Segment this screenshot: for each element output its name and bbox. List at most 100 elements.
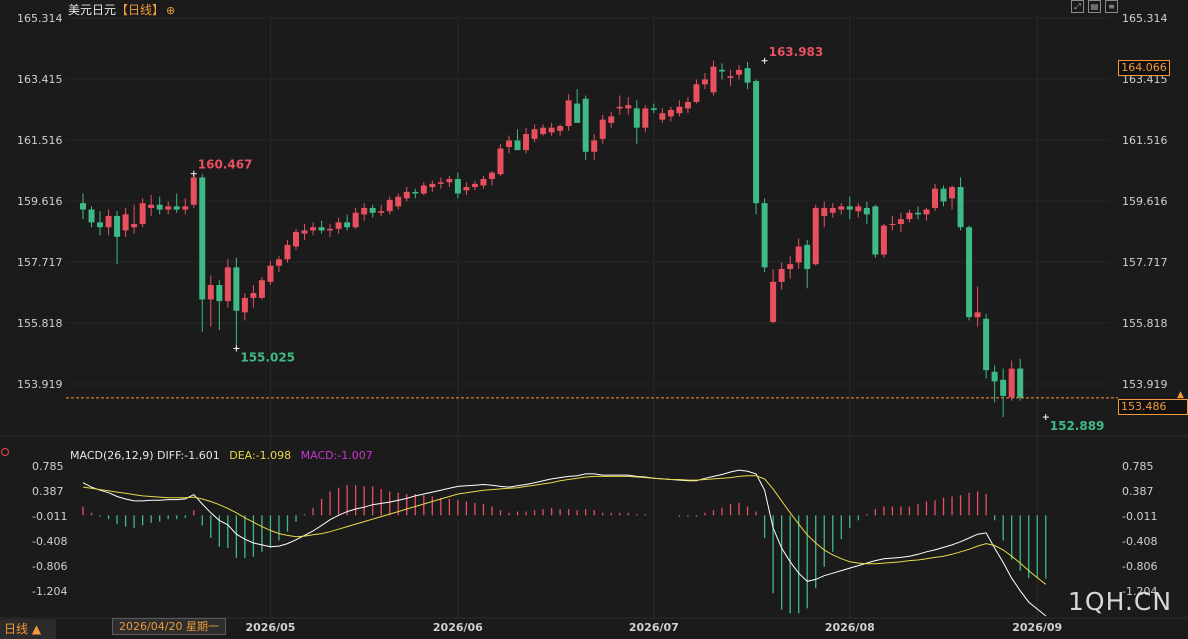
price-tick-left: 165.314 (17, 12, 63, 25)
candle-body (284, 244, 291, 260)
candle-body (293, 232, 299, 247)
price-tick-right: 165.314 (1122, 12, 1168, 25)
candle-body (795, 246, 802, 263)
candle-body (719, 69, 725, 72)
candle-body (1017, 368, 1024, 398)
candle-body (761, 203, 768, 268)
price-tick-left: 153.919 (17, 378, 63, 391)
candle-body (1000, 379, 1007, 396)
macd-tick-right: -0.011 (1122, 510, 1157, 523)
layout-icon[interactable]: ▤ (1088, 0, 1101, 13)
candle-body (514, 140, 521, 151)
candle-body (616, 106, 623, 109)
extreme-label: 155.025 (240, 350, 295, 364)
candle-body (991, 371, 998, 382)
candle-body (480, 179, 487, 186)
candle-body (1008, 368, 1015, 398)
macd-diff-label: MACD(26,12,9) DIFF:-1.601 (70, 449, 220, 462)
candle-body (778, 268, 785, 282)
month-tick-label: 2026/08 (825, 621, 875, 634)
macd-tick-right: 0.785 (1122, 460, 1154, 473)
candle-body (344, 222, 351, 228)
candle-body (855, 206, 862, 212)
current-price-tag: 164.066 (1118, 60, 1170, 76)
candle-body (429, 183, 436, 188)
candle-body (454, 179, 461, 194)
extreme-label: 152.889 (1050, 419, 1105, 433)
candle-body (139, 203, 146, 225)
candle-body (701, 79, 708, 85)
chart-canvas[interactable]: 165.314 165.314163.415 163.415161.516 161.5… (0, 0, 1188, 639)
candle-body (412, 191, 419, 194)
macd-tick-right: -0.806 (1122, 560, 1157, 573)
candle-body (667, 109, 674, 117)
candle-body (241, 297, 248, 313)
candle-body (301, 230, 308, 234)
candle-body (983, 318, 990, 371)
cursor-date-label: 2026/04/20 星期一 (112, 618, 226, 635)
price-tick-right: 157.717 (1122, 256, 1168, 269)
macd-hist-label: MACD:-1.007 (300, 449, 373, 462)
month-tick-label: 2026/07 (629, 621, 679, 634)
candle-body (378, 211, 385, 213)
price-tick-right: 161.516 (1122, 134, 1168, 147)
candle-body (608, 116, 615, 123)
candle-body (770, 281, 777, 322)
macd-tick-left: -0.011 (32, 510, 67, 523)
last-price-tag: 153.486 (1118, 399, 1188, 415)
candle-body (599, 119, 606, 139)
candle-body (633, 108, 640, 128)
candle-body (182, 206, 189, 210)
extreme-label: 160.467 (198, 158, 253, 172)
candle-body (932, 188, 938, 208)
target-icon[interactable]: ⊕ (166, 4, 175, 17)
candle-body (787, 264, 794, 269)
expand-icon[interactable]: ⤢ (1071, 0, 1084, 13)
candle-body (361, 207, 368, 215)
candle-body (327, 228, 334, 231)
candle-body (318, 227, 325, 231)
candle-body (88, 209, 95, 223)
candle-body (914, 212, 921, 215)
menu-icon[interactable]: ≡ (1105, 0, 1118, 13)
candle-body (548, 127, 555, 133)
candle-body (148, 204, 155, 208)
candle-body (966, 227, 973, 318)
candle-body (940, 188, 947, 202)
candle-body (224, 267, 231, 302)
candle-body (727, 76, 734, 78)
price-tick-right: 159.616 (1122, 195, 1168, 208)
candle-body (395, 196, 402, 207)
candle-body (693, 84, 700, 102)
indicator-dot-icon[interactable] (1, 448, 9, 456)
candle-body (506, 140, 512, 147)
timeframe-button[interactable]: 日线 ▲ (0, 619, 56, 639)
candle-body (199, 177, 206, 300)
candle-body (207, 285, 214, 300)
candle-body (190, 177, 197, 205)
candle-body (531, 129, 538, 139)
candle-body (250, 293, 257, 298)
candle-body (753, 81, 760, 204)
candle-body (471, 183, 478, 188)
candle-body (863, 207, 870, 215)
chart-title: 美元日元【日线】 ⊕ (68, 1, 175, 18)
macd-dea-label: DEA:-1.098 (229, 449, 292, 462)
macd-legend: MACD(26,12,9) DIFF:-1.601 DEA:-1.098 MAC… (70, 449, 373, 462)
price-tick-right: 155.818 (1122, 317, 1168, 330)
candle-body (591, 140, 598, 152)
candle-body (403, 191, 410, 199)
timeframe-tag[interactable]: 【日线】 (116, 3, 164, 17)
candle-body (821, 207, 828, 216)
symbol-name: 美元日元 (68, 3, 117, 17)
candle-body (97, 222, 104, 228)
candle-body (386, 199, 393, 212)
candle-body (829, 207, 836, 213)
price-tick-left: 155.818 (17, 317, 63, 330)
candle-body (173, 206, 180, 210)
price-tick-left: 161.516 (17, 134, 63, 147)
candle-body (352, 212, 359, 228)
candle-body (582, 98, 589, 152)
watermark: 1QH.CN (1068, 587, 1173, 616)
candle-body (949, 187, 956, 199)
